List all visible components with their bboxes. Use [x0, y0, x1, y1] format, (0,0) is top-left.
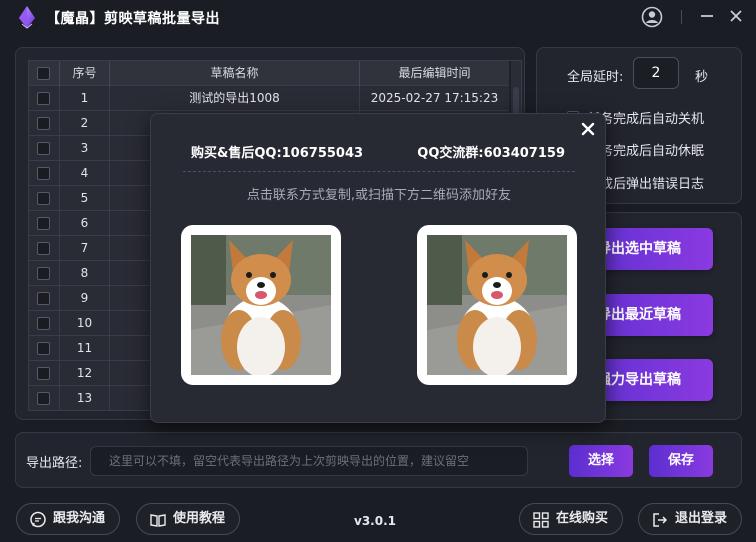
row-index: 4 — [59, 161, 109, 186]
corgi-photo-icon — [191, 235, 331, 375]
contact-label: 跟我沟通 — [53, 511, 106, 526]
row-index: 12 — [59, 361, 109, 386]
grid-apps-icon — [533, 512, 549, 528]
logout-label: 退出登录 — [675, 511, 728, 526]
app-title: 【魔晶】剪映草稿批量导出 — [46, 11, 220, 27]
export-path-label: 导出路径: — [26, 456, 83, 471]
row-name: 测试的导出1008 — [109, 86, 359, 111]
delay-unit: 秒 — [695, 70, 709, 85]
row-checkbox[interactable] — [37, 367, 50, 380]
buy-online-button[interactable]: 在线购买 — [519, 503, 623, 535]
logout-icon — [653, 513, 668, 527]
header-index: 序号 — [59, 61, 109, 86]
header-name: 草稿名称 — [109, 61, 359, 86]
choose-path-button[interactable]: 选择 — [569, 445, 633, 477]
logout-button[interactable]: 退出登录 — [638, 503, 742, 535]
row-index: 8 — [59, 261, 109, 286]
row-checkbox[interactable] — [37, 242, 50, 255]
minimize-icon[interactable] — [698, 7, 716, 25]
row-index: 11 — [59, 336, 109, 361]
close-icon[interactable] — [727, 7, 745, 25]
select-all-checkbox[interactable] — [37, 67, 50, 80]
row-checkbox[interactable] — [37, 192, 50, 205]
titlebar-separator — [681, 10, 682, 24]
row-index: 13 — [59, 386, 109, 411]
contact-button[interactable]: 跟我沟通 — [16, 503, 120, 535]
support-qq-text[interactable]: 购买&售后QQ:106755043 — [191, 142, 363, 161]
group-qr-image — [417, 225, 577, 385]
crystal-logo-icon — [19, 6, 35, 29]
row-index: 10 — [59, 311, 109, 336]
tutorial-button[interactable]: 使用教程 — [136, 503, 240, 535]
version-label: v3.0.1 — [354, 514, 396, 528]
row-time: 2025-02-27 17:15:23 — [359, 86, 509, 111]
row-checkbox[interactable] — [37, 92, 50, 105]
user-icon[interactable] — [641, 6, 663, 28]
support-qr-image — [181, 225, 341, 385]
row-index: 3 — [59, 136, 109, 161]
row-index: 9 — [59, 286, 109, 311]
book-icon — [150, 514, 166, 527]
corgi-photo-icon — [427, 235, 567, 375]
row-checkbox[interactable] — [37, 267, 50, 280]
row-index: 7 — [59, 236, 109, 261]
save-path-button[interactable]: 保存 — [649, 445, 713, 477]
row-checkbox[interactable] — [37, 342, 50, 355]
table-header: 序号 草稿名称 最后编辑时间 — [29, 61, 509, 86]
row-index: 2 — [59, 111, 109, 136]
dialog-divider — [183, 171, 575, 172]
tutorial-label: 使用教程 — [173, 511, 226, 526]
row-index: 6 — [59, 211, 109, 236]
header-time: 最后编辑时间 — [359, 61, 509, 86]
row-checkbox[interactable] — [37, 217, 50, 230]
row-checkbox[interactable] — [37, 292, 50, 305]
app-window: 【魔晶】剪映草稿批量导出 序号 草稿名称 最后编辑时间 1 测试的导出1008 20… — [0, 0, 756, 542]
qq-group-text[interactable]: QQ交流群:603407159 — [417, 142, 565, 161]
row-checkbox[interactable] — [37, 142, 50, 155]
export-path-input[interactable]: 这里可以不填，留空代表导出路径为上次剪映导出的位置，建议留空 — [90, 446, 528, 476]
row-checkbox[interactable] — [37, 392, 50, 405]
export-path-panel: 导出路径: 这里可以不填，留空代表导出路径为上次剪映导出的位置，建议留空 选择 … — [15, 432, 742, 488]
table-row[interactable]: 1 测试的导出1008 2025-02-27 17:15:23 — [29, 86, 509, 111]
buy-online-label: 在线购买 — [556, 511, 609, 526]
row-index: 1 — [59, 86, 109, 111]
row-checkbox[interactable] — [37, 317, 50, 330]
contact-dialog: 购买&售后QQ:106755043 QQ交流群:603407159 点击联系方式… — [150, 113, 606, 423]
dialog-hint: 点击联系方式复制,或扫描下方二维码添加好友 — [246, 188, 512, 203]
delay-label: 全局延时: — [567, 70, 624, 85]
chat-bubble-icon — [30, 511, 46, 528]
row-checkbox[interactable] — [37, 167, 50, 180]
title-bar: 【魔晶】剪映草稿批量导出 — [0, 0, 756, 34]
delay-input[interactable]: 2 — [633, 57, 679, 89]
dialog-close-icon[interactable] — [579, 120, 597, 138]
row-checkbox[interactable] — [37, 117, 50, 130]
row-index: 5 — [59, 186, 109, 211]
